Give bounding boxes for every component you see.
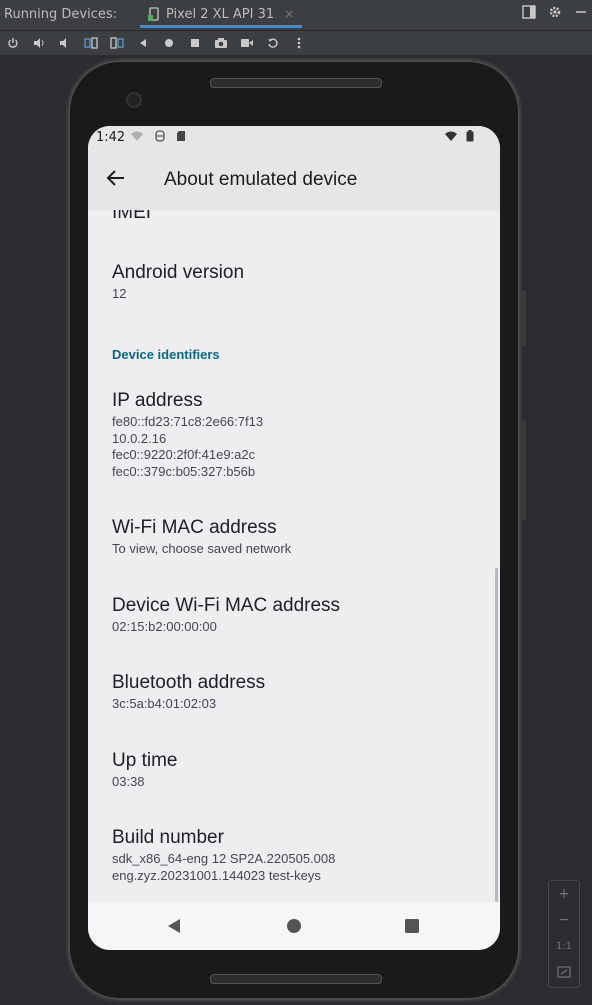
top-speaker (210, 78, 382, 88)
zoom-controls: + − 1:1 (548, 880, 580, 988)
screen-record-icon[interactable] (234, 31, 260, 55)
tab-underline (140, 25, 303, 28)
power-icon[interactable] (0, 31, 26, 55)
summary-line: sdk_x86_64-eng 12 SP2A.220505.008 (112, 851, 336, 866)
page-title: About emulated device (164, 169, 358, 190)
fit-screen-button[interactable] (549, 959, 579, 985)
device-icon (148, 7, 159, 21)
item-summary: 3c:5a:b4:01:02:03 (112, 696, 217, 711)
layout-icon[interactable] (522, 5, 536, 19)
rotate-left-icon[interactable] (78, 31, 104, 55)
item-title: Up time (112, 750, 178, 771)
nav-home-icon (287, 919, 301, 933)
device-tab[interactable]: Pixel 2 XL API 31 × (140, 0, 303, 28)
nav-back-icon (168, 919, 180, 933)
item-summary: To view, choose saved network (112, 541, 292, 556)
minimize-icon[interactable] (574, 5, 588, 19)
list-item-imei[interactable]: IMEI (112, 210, 151, 224)
item-title: Wi-Fi MAC address (112, 517, 277, 538)
device-tab-label: Pixel 2 XL API 31 (166, 6, 275, 22)
list-item-build-number[interactable]: Build number sdk_x86_64-eng 12 SP2A.2205… (112, 827, 335, 884)
device-screen[interactable]: 1:42 About emulated device IMEI Android … (88, 126, 500, 950)
back-icon[interactable] (130, 31, 156, 55)
battery-icon (466, 130, 474, 142)
power-button[interactable] (522, 290, 526, 346)
zoom-in-button[interactable]: + (549, 881, 579, 907)
item-title: Android version (112, 262, 245, 283)
device-toolbar (0, 31, 592, 55)
list-item-bluetooth-address[interactable]: Bluetooth address 3c:5a:b4:01:02:03 (112, 672, 265, 713)
settings-list[interactable]: IMEI Android version 12 Device identifie… (88, 210, 500, 902)
item-summary: 02:15:b2:00:00:00 (112, 619, 217, 634)
item-summary: 03:38 (112, 774, 145, 789)
reset-icon[interactable] (260, 31, 286, 55)
nav-overview-icon (405, 919, 419, 933)
volume-down-icon[interactable] (52, 31, 78, 55)
status-bar: 1:42 (88, 126, 500, 150)
list-item-ip-address[interactable]: IP address fe80::fd23:71c8:2e66:7f13 10.… (112, 390, 263, 480)
item-title: IP address (112, 390, 203, 411)
rotate-right-icon[interactable] (104, 31, 130, 55)
scrollbar[interactable] (495, 568, 498, 902)
more-icon[interactable] (286, 31, 312, 55)
nav-home-button[interactable] (284, 916, 304, 936)
close-icon[interactable]: × (284, 7, 294, 21)
summary-line: 10.0.2.16 (112, 430, 167, 446)
panel-title: Running Devices: (4, 7, 118, 22)
list-item-up-time[interactable]: Up time 03:38 (112, 750, 177, 791)
list-item-android-version[interactable]: Android version 12 (112, 262, 244, 303)
summary-line: fec0::379c:b05:327:b56b (112, 463, 256, 479)
front-camera (126, 92, 142, 108)
fit-screen-icon (557, 966, 571, 978)
status-time: 1:42 (96, 130, 126, 145)
item-title: IMEI (112, 210, 152, 223)
sd-card-icon (177, 131, 185, 141)
home-icon[interactable] (156, 31, 182, 55)
screenshot-icon[interactable] (208, 31, 234, 55)
item-summary: 12 (112, 286, 127, 301)
bottom-speaker (210, 974, 382, 984)
nav-bar (88, 902, 500, 950)
summary-line: fe80::fd23:71c8:2e66:7f13 (112, 414, 264, 429)
item-summary: sdk_x86_64-eng 12 SP2A.220505.008 eng.zy… (112, 851, 335, 884)
summary-line: eng.zyz.20231001.144023 test-keys (112, 867, 321, 883)
item-title: Device Wi-Fi MAC address (112, 595, 341, 616)
gear-icon[interactable] (548, 5, 562, 19)
wifi-off-icon (131, 131, 143, 141)
zoom-out-button[interactable]: − (549, 907, 579, 933)
volume-button[interactable] (522, 420, 526, 520)
actual-size-button[interactable]: 1:1 (549, 933, 579, 959)
item-title: Build number (112, 827, 224, 848)
wifi-icon (445, 131, 457, 141)
nav-overview-button[interactable] (402, 916, 422, 936)
item-title: Bluetooth address (112, 672, 266, 693)
back-arrow-icon[interactable] (104, 166, 128, 190)
usb-debug-icon (155, 130, 165, 142)
volume-up-icon[interactable] (26, 31, 52, 55)
nav-back-button[interactable] (164, 916, 184, 936)
overview-icon[interactable] (182, 31, 208, 55)
app-bar: About emulated device (88, 150, 500, 210)
summary-line: fec0::9220:2f0f:41e9:a2c (112, 447, 256, 462)
item-summary: fe80::fd23:71c8:2e66:7f13 10.0.2.16 fec0… (112, 414, 263, 480)
list-item-device-wifi-mac[interactable]: Device Wi-Fi MAC address 02:15:b2:00:00:… (112, 595, 340, 636)
ide-tab-bar: Running Devices: Pixel 2 XL API 31 × (0, 0, 592, 31)
section-header: Device identifiers (112, 347, 220, 362)
list-item-wifi-mac[interactable]: Wi-Fi MAC address To view, choose saved … (112, 517, 291, 558)
